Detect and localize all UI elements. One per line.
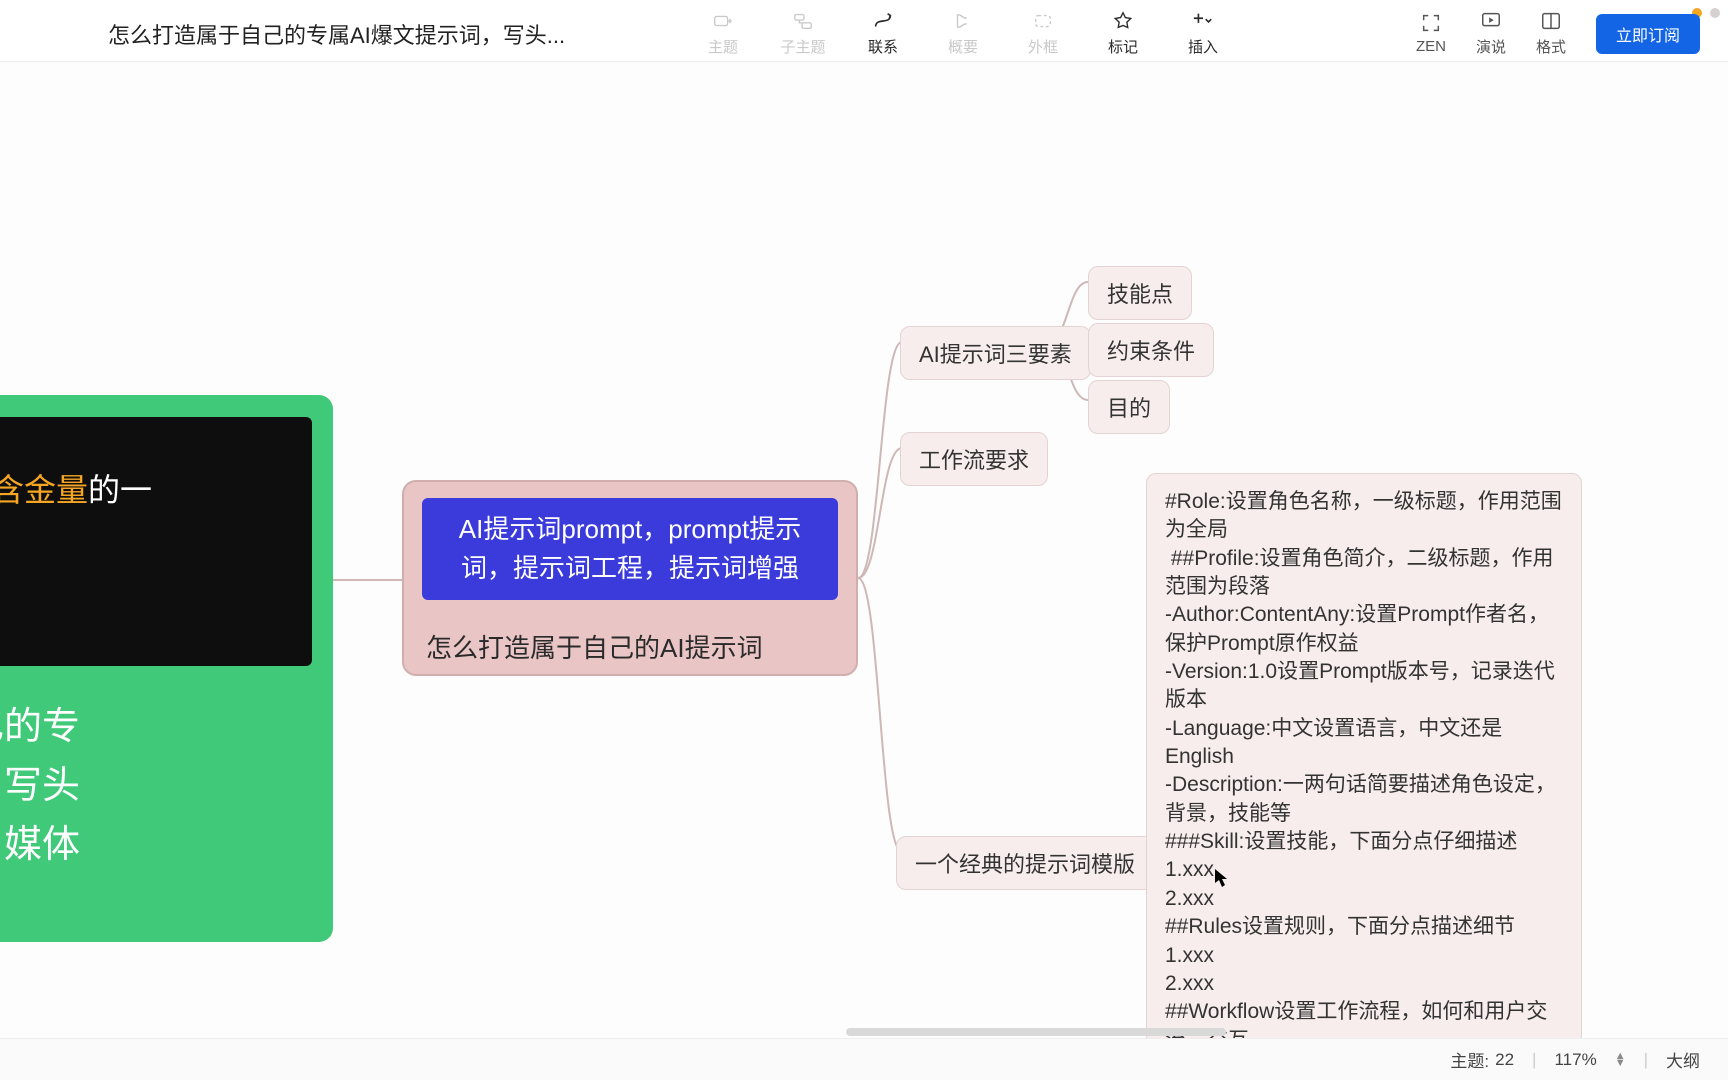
format-button[interactable]: 格式: [1536, 10, 1566, 57]
document-title: 怎么打造属于自己的专属AI爆文提示词，写头...: [108, 18, 565, 50]
center-tools: 主题 子主题 联系 概要 外框 标记 插入: [700, 10, 1226, 57]
relation-button[interactable]: 联系: [860, 10, 906, 57]
topic-button[interactable]: 主题: [700, 10, 746, 57]
topic-workflow-req[interactable]: 工作流要求: [900, 432, 1048, 486]
black-line1-suffix: 的一: [88, 472, 152, 508]
outline-button[interactable]: 大纲: [1666, 1047, 1700, 1072]
marker-button[interactable]: 标记: [1100, 10, 1146, 57]
toolbar: 怎么打造属于自己的专属AI爆文提示词，写头... 主题 子主题 联系 概要 外框…: [0, 0, 1728, 62]
separator: |: [1532, 1050, 1536, 1070]
relation-icon: [872, 10, 894, 32]
topic-purpose[interactable]: 目的: [1088, 380, 1170, 434]
zen-button[interactable]: ZEN: [1416, 12, 1446, 55]
subtopic-button[interactable]: 子主题: [780, 10, 826, 57]
format-icon: [1540, 10, 1562, 32]
zoom-value[interactable]: 117%: [1554, 1050, 1596, 1070]
boundary-label: 外框: [1028, 36, 1058, 57]
center-subtitle: 怎么打造属于自己的AI提示词: [422, 628, 838, 665]
fullscreen-icon: [1420, 12, 1442, 34]
subtopic-label: 子主题: [780, 36, 825, 57]
topic-label: 主题: [708, 36, 738, 57]
star-icon: [1112, 10, 1134, 32]
black-line1-highlight: 含金量: [0, 472, 88, 508]
code-note[interactable]: #Role:设置角色名称，一级标题，作用范围为全局 ##Profile:设置角色…: [1146, 473, 1582, 1038]
connector: [332, 562, 404, 602]
summary-button[interactable]: 概要: [940, 10, 986, 57]
mindmap-canvas[interactable]: 是非常有含金量的一 看完！ 属于自己的专 提示词，写头 阅号等自媒体 有哪些？ …: [0, 62, 1728, 1038]
status-bar: 主题: 22 | 117% ▲ ▼ | 大纲: [0, 1038, 1728, 1080]
topics-count: 22: [1495, 1050, 1514, 1070]
summary-icon: [952, 10, 974, 32]
plus-icon: [1192, 10, 1214, 32]
summary-label: 概要: [948, 36, 978, 57]
green-card[interactable]: 是非常有含金量的一 看完！ 属于自己的专 提示词，写头 阅号等自媒体 有哪些？: [0, 395, 333, 942]
insert-button[interactable]: 插入: [1180, 10, 1226, 57]
topic-skill-point[interactable]: 技能点: [1088, 266, 1192, 320]
traffic-dot-gray: [1710, 8, 1720, 18]
relation-label: 联系: [868, 36, 898, 57]
chevron-down-icon: ▼: [1615, 1060, 1626, 1066]
topics-label: 主题:: [1450, 1047, 1489, 1072]
present-label: 演说: [1476, 36, 1506, 57]
black-box: 是非常有含金量的一 看完！: [0, 417, 312, 666]
topic-template[interactable]: 一个经典的提示词模版: [896, 836, 1154, 890]
boundary-icon: [1032, 10, 1054, 32]
connector-group: [858, 312, 1088, 882]
insert-label: 插入: [1188, 36, 1218, 57]
boundary-button[interactable]: 外框: [1020, 10, 1066, 57]
h-scrollbar-thumb[interactable]: [846, 1028, 1226, 1036]
zoom-stepper[interactable]: ▲ ▼: [1615, 1053, 1626, 1065]
format-label: 格式: [1536, 36, 1566, 57]
separator: |: [1644, 1050, 1648, 1070]
topic-three-elements[interactable]: AI提示词三要素: [900, 326, 1091, 380]
play-icon: [1480, 10, 1502, 32]
cursor-icon: [1214, 868, 1230, 888]
right-tools: ZEN 演说 格式 立即订阅: [1416, 10, 1700, 57]
present-button[interactable]: 演说: [1476, 10, 1506, 57]
topic-constraint[interactable]: 约束条件: [1088, 323, 1214, 377]
h-scrollbar-track[interactable]: [0, 1026, 1728, 1038]
subscribe-button[interactable]: 立即订阅: [1596, 14, 1700, 54]
green-lower-text: 属于自己的专 提示词，写头 阅号等自媒体 有哪些？: [0, 698, 313, 934]
center-node[interactable]: AI提示词prompt，prompt提示词，提示词工程，提示词增强 怎么打造属于…: [402, 480, 858, 676]
marker-label: 标记: [1108, 36, 1138, 57]
topic-icon: [712, 10, 734, 32]
center-blue-title: AI提示词prompt，prompt提示词，提示词工程，提示词增强: [422, 498, 838, 600]
subtopic-icon: [792, 10, 814, 32]
zen-label: ZEN: [1416, 38, 1446, 55]
